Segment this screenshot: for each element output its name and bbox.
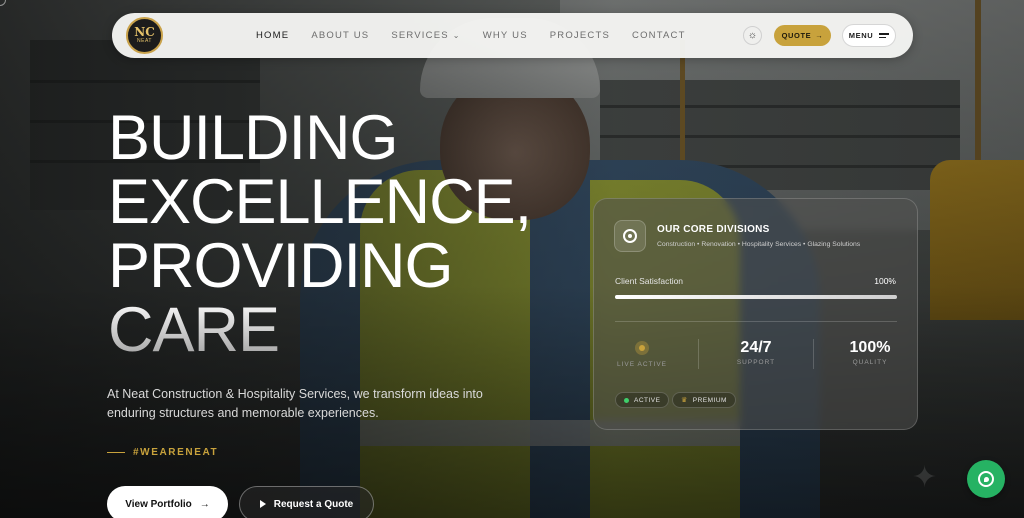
status-dot-icon — [624, 397, 629, 403]
stat-quality: 100% QUALITY — [830, 339, 910, 366]
badge-label: ACTIVE — [634, 396, 661, 404]
satisfaction-progress-fill — [615, 295, 897, 299]
arrow-right-icon: → — [815, 31, 824, 40]
nav-quote-button[interactable]: QUOTE → — [774, 25, 831, 46]
request-quote-label: Request a Quote — [273, 498, 354, 510]
menu-button-label: MENU — [848, 31, 874, 40]
view-portfolio-label: View Portfolio — [125, 498, 192, 510]
logo-word: NEAT — [137, 38, 152, 44]
whatsapp-icon — [978, 471, 994, 487]
stat-value: 24/7 — [740, 339, 772, 356]
card-title: OUR CORE DIVISIONS — [657, 224, 770, 235]
nav-about-us[interactable]: ABOUT US — [311, 30, 369, 41]
hashtag-text: #WEARENEAT — [133, 447, 219, 458]
stat-live-active: LIVE ACTIVE — [602, 339, 682, 368]
live-status-icon — [635, 341, 649, 355]
card-divider — [615, 321, 897, 322]
hamburger-icon — [879, 33, 890, 38]
stat-label: SUPPORT — [736, 359, 776, 366]
hero-intro-text: At Neat Construction & Hospitality Servi… — [107, 387, 483, 420]
logo-mark: NC — [134, 25, 155, 39]
nav-projects[interactable]: PROJECTS — [550, 30, 610, 41]
nav-services-label: SERVICES — [391, 30, 449, 41]
premium-badge: ♛ PREMIUM — [672, 392, 736, 408]
satisfaction-value: 100% — [874, 276, 896, 286]
headline-line-4: CARE — [108, 298, 568, 362]
target-icon — [614, 220, 646, 252]
chevron-down-icon: ⌄ — [452, 31, 461, 40]
nav-services[interactable]: SERVICES ⌄ — [391, 30, 460, 41]
nav-home[interactable]: HOME — [256, 30, 289, 41]
stat-label: QUALITY — [852, 359, 888, 366]
crown-icon: ♛ — [681, 397, 688, 404]
hero-headline: BUILDING EXCELLENCE, PROVIDING CARE — [108, 106, 568, 362]
quote-button-label: QUOTE — [781, 31, 812, 40]
whatsapp-button[interactable] — [967, 460, 1005, 498]
satisfaction-progress-bar — [615, 295, 897, 299]
badge-label: PREMIUM — [692, 396, 727, 404]
main-menu: HOME ABOUT US SERVICES ⌄ WHY US PROJECTS … — [256, 13, 708, 58]
nav-contact[interactable]: CONTACT — [632, 30, 686, 41]
hashtag-line — [107, 452, 125, 453]
card-subtitle: Construction • Renovation • Hospitality … — [657, 241, 861, 248]
stat-label: LIVE ACTIVE — [616, 361, 668, 368]
headline-line-3: PROVIDING — [108, 231, 454, 301]
satisfaction-label: Client Satisfaction — [615, 276, 684, 286]
headline-line-2: EXCELLENCE, — [108, 167, 532, 237]
theme-toggle-button[interactable]: ☼ — [743, 26, 762, 45]
active-badge: ACTIVE — [615, 392, 670, 408]
arrow-right-icon: → — [199, 498, 210, 510]
hashtag: #WEARENEAT — [107, 447, 218, 458]
sparkle-icon: ✦ — [912, 461, 938, 494]
neat-logo[interactable]: NC NEAT — [126, 17, 163, 54]
play-icon — [259, 500, 266, 508]
sun-icon: ☼ — [747, 30, 758, 41]
stat-support: 24/7 SUPPORT — [716, 339, 796, 366]
request-quote-button[interactable]: Request a Quote — [239, 486, 374, 518]
menu-button[interactable]: MENU — [842, 24, 896, 47]
core-divisions-card: OUR CORE DIVISIONS Construction • Renova… — [593, 198, 918, 430]
top-navbar: NC NEAT HOME ABOUT US SERVICES ⌄ WHY US P… — [112, 13, 913, 58]
nav-why-us[interactable]: WHY US — [483, 30, 528, 41]
headline-line-1: BUILDING — [108, 103, 399, 173]
stat-value: 100% — [849, 339, 891, 356]
view-portfolio-button[interactable]: View Portfolio → — [107, 486, 228, 518]
